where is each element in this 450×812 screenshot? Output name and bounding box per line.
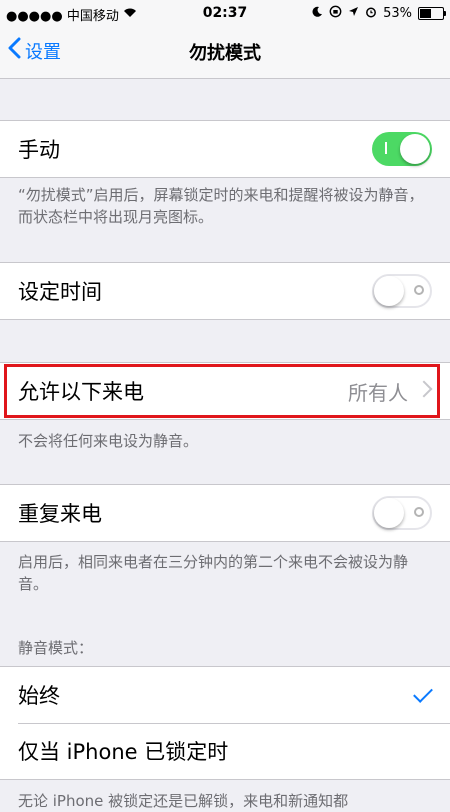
repeated-calls-label: 重复来电 [18,502,102,526]
navigation-bar: 设置 勿扰模式 [0,26,450,79]
silence-footer: 无论 iPhone 被锁定还是已解锁，来电和新通知都 [18,792,349,810]
option-label: 仅当 iPhone 已锁定时 [18,740,229,764]
toggle-knob [374,498,404,528]
battery-icon [418,7,446,20]
moon-icon [311,6,323,22]
allow-calls-note: 不会将任何来电设为静音。 [18,432,199,450]
toggle-on-indicator [385,142,387,154]
repeated-calls-group: 重复来电 [0,484,450,542]
toggle-off-indicator [414,507,424,517]
alarm-icon [365,6,377,22]
manual-label: 手动 [18,138,60,162]
silence-option-always[interactable]: 始终 [0,667,450,723]
toggle-off-indicator [414,285,424,295]
battery-level [420,9,431,18]
manual-row: 手动 [0,121,450,177]
rotation-lock-icon [329,5,342,22]
repeated-calls-row: 重复来电 [0,485,450,541]
toggle-knob [374,276,404,306]
location-icon [348,6,359,21]
scheduled-label: 设定时间 [18,280,102,304]
page-title: 勿扰模式 [189,43,261,64]
scheduled-toggle[interactable] [372,274,432,308]
status-bar: ●●●●● 中国移动 02:37 53% [0,0,450,26]
manual-group: 手动 [0,120,450,178]
silence-group: 始终 仅当 iPhone 已锁定时 [0,666,450,780]
silence-header: 静音模式： [18,639,94,657]
silence-option-locked[interactable]: 仅当 iPhone 已锁定时 [0,723,450,779]
highlight-box [4,364,440,418]
option-label: 始终 [18,684,60,708]
battery-percent: 53% [383,6,412,21]
checkmark-icon [413,683,433,703]
scheduled-group: 设定时间 [0,262,450,320]
manual-toggle[interactable] [372,132,432,166]
toggle-knob [400,134,430,164]
manual-note: “勿扰模式”启用后，屏幕锁定时的来电和提醒将被设为静音，而状态栏中将出现月亮图标… [18,186,424,226]
scheduled-row: 设定时间 [0,263,450,319]
repeated-calls-toggle[interactable] [372,496,432,530]
row-separator [18,723,450,724]
status-right: 53% [311,5,446,22]
repeated-calls-note: 启用后，相同来电者在三分钟内的第二个来电不会被设为静音。 [18,553,409,593]
